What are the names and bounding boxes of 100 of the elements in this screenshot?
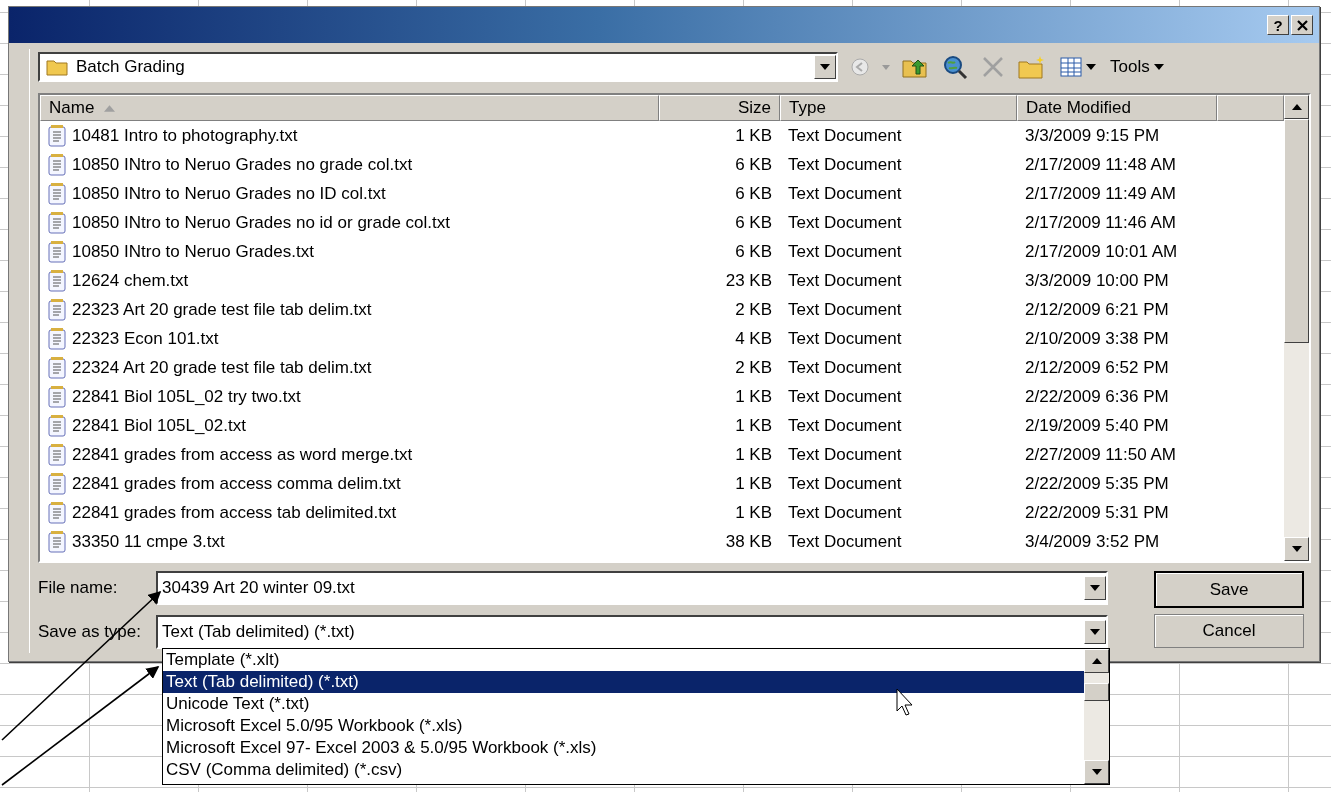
dropdown-button[interactable] xyxy=(1084,576,1106,600)
close-button[interactable] xyxy=(1291,15,1313,35)
size-cell: 2 KB xyxy=(735,299,772,320)
text-file-icon xyxy=(48,472,66,495)
date-cell: 2/17/2009 11:49 AM xyxy=(1025,183,1176,204)
tools-menu[interactable]: Tools xyxy=(1108,55,1166,79)
column-header[interactable]: Type xyxy=(780,95,1017,121)
save-button[interactable]: Save xyxy=(1154,571,1304,608)
size-cell: 23 KB xyxy=(725,270,772,291)
globe-search-icon xyxy=(942,54,968,80)
date-cell: 2/22/2009 6:36 PM xyxy=(1025,386,1169,407)
type-cell: Text Document xyxy=(788,212,902,233)
views-button[interactable] xyxy=(1058,55,1098,79)
date-cell: 3/3/2009 9:15 PM xyxy=(1025,125,1160,146)
file-name-cell[interactable]: 33350 11 cmpe 3.txt xyxy=(72,531,225,552)
date-cell: 3/4/2009 3:52 PM xyxy=(1025,531,1160,552)
type-cell: Text Document xyxy=(788,502,902,523)
type-cell: Text Document xyxy=(788,386,902,407)
dropdown-button[interactable] xyxy=(1084,620,1106,644)
size-cell: 6 KB xyxy=(735,241,772,262)
scroll-down-button[interactable] xyxy=(1084,760,1109,784)
caret-icon xyxy=(820,64,830,70)
scrollbar[interactable] xyxy=(1084,649,1109,784)
file-name-cell[interactable]: 10850 INtro to Neruo Grades no grade col.txt xyxy=(72,154,413,175)
file-name-cell[interactable]: 22841 grades from access tab delimited.txt xyxy=(72,502,397,523)
location-value: Batch Grading xyxy=(76,57,185,77)
text-file-icon xyxy=(48,182,66,205)
text-file-icon xyxy=(48,269,66,292)
size-cell: 4 KB xyxy=(735,328,772,349)
grid-view-icon xyxy=(1060,57,1082,77)
type-cell: Text Document xyxy=(788,473,902,494)
size-cell: 6 KB xyxy=(735,212,772,233)
scroll-up-button[interactable] xyxy=(1284,95,1309,119)
location-combo[interactable]: Batch Grading xyxy=(38,52,838,82)
caret-icon xyxy=(1091,769,1102,775)
sort-arrow-icon xyxy=(104,104,116,112)
caret-icon xyxy=(1086,64,1096,70)
file-name-cell[interactable]: 10850 INtro to Neruo Grades no ID col.txt xyxy=(72,183,386,204)
file-name-cell[interactable]: 22841 Biol 105L_02 try two.txt xyxy=(72,386,301,407)
date-cell: 2/12/2009 6:52 PM xyxy=(1025,357,1169,378)
text-file-icon xyxy=(48,414,66,437)
scroll-down-button[interactable] xyxy=(1284,537,1309,561)
caret-icon xyxy=(1153,64,1164,70)
file-name-field[interactable]: 30439 Art 20 winter 09.txt xyxy=(156,571,1108,605)
date-cell: 2/17/2009 11:48 AM xyxy=(1025,154,1176,175)
type-cell: Text Document xyxy=(788,328,902,349)
file-name-cell[interactable]: 10850 INtro to Neruo Grades.txt xyxy=(72,241,314,262)
size-cell: 1 KB xyxy=(735,473,772,494)
column-header[interactable]: Date Modified xyxy=(1017,95,1217,121)
text-file-icon xyxy=(48,153,66,176)
scrollbar[interactable] xyxy=(1284,95,1309,561)
file-name-cell[interactable]: 22324 Art 20 grade test file tab delim.txt xyxy=(72,357,372,378)
up-arrow-icon xyxy=(1291,104,1302,110)
type-cell: Text Document xyxy=(788,154,902,175)
mouse-cursor-icon xyxy=(896,688,916,718)
save-as-type-field[interactable]: Text (Tab delimited) (*.txt) xyxy=(156,615,1108,649)
date-cell: 2/17/2009 11:46 AM xyxy=(1025,212,1176,233)
delete-icon xyxy=(982,56,1004,78)
text-file-icon xyxy=(48,211,66,234)
type-cell: Text Document xyxy=(788,241,902,262)
file-name-cell[interactable]: 12624 chem.txt xyxy=(72,270,189,291)
size-cell: 6 KB xyxy=(735,154,772,175)
type-cell: Text Document xyxy=(788,270,902,291)
caret-icon xyxy=(1090,585,1100,591)
column-header[interactable]: Size xyxy=(659,95,780,121)
scroll-thumb[interactable] xyxy=(1284,119,1309,343)
file-name-cell[interactable]: 22841 Biol 105L_02.txt xyxy=(72,415,246,436)
text-file-icon xyxy=(48,124,66,147)
size-cell: 1 KB xyxy=(735,502,772,523)
file-type-option[interactable]: Text (Tab delimited) (*.txt) xyxy=(163,671,1084,693)
dropdown-button[interactable] xyxy=(814,55,836,79)
text-file-icon xyxy=(48,240,66,263)
type-cell: Text Document xyxy=(788,125,902,146)
file-name-cell[interactable]: 10850 INtro to Neruo Grades no id or grade col.txt xyxy=(72,212,450,233)
type-cell: Text Document xyxy=(788,531,902,552)
file-name-cell[interactable]: 22841 grades from access comma delim.txt xyxy=(72,473,401,494)
text-file-icon xyxy=(48,501,66,524)
file-name-cell[interactable]: 22323 Econ 101.txt xyxy=(72,328,219,349)
file-name-cell[interactable]: 10481 Intro to photography.txt xyxy=(72,125,298,146)
size-cell: 1 KB xyxy=(735,444,772,465)
up-arrow-icon xyxy=(1091,658,1102,664)
date-cell: 2/12/2009 6:21 PM xyxy=(1025,299,1169,320)
caret-icon xyxy=(882,64,890,70)
text-file-icon xyxy=(48,385,66,408)
date-cell: 2/17/2009 10:01 AM xyxy=(1025,241,1178,262)
date-cell: 2/22/2009 5:31 PM xyxy=(1025,502,1169,523)
scroll-up-button[interactable] xyxy=(1084,649,1109,673)
cancel-button[interactable]: Cancel xyxy=(1154,614,1304,648)
folder-icon xyxy=(46,58,68,76)
file-name-cell[interactable]: 22841 grades from access as word merge.txt xyxy=(72,444,413,465)
file-name-label: File name: xyxy=(38,578,119,598)
column-header[interactable]: Name xyxy=(40,95,659,121)
date-cell: 3/3/2009 10:00 PM xyxy=(1025,270,1169,291)
scroll-thumb[interactable] xyxy=(1084,683,1109,701)
size-cell: 6 KB xyxy=(735,183,772,204)
size-cell: 1 KB xyxy=(735,386,772,407)
help-button[interactable]: ? xyxy=(1267,15,1289,35)
file-name-cell[interactable]: 22323 Art 20 grade test file tab delim.txt xyxy=(72,299,372,320)
date-cell: 2/27/2009 11:50 AM xyxy=(1025,444,1176,465)
date-cell: 2/10/2009 3:38 PM xyxy=(1025,328,1169,349)
